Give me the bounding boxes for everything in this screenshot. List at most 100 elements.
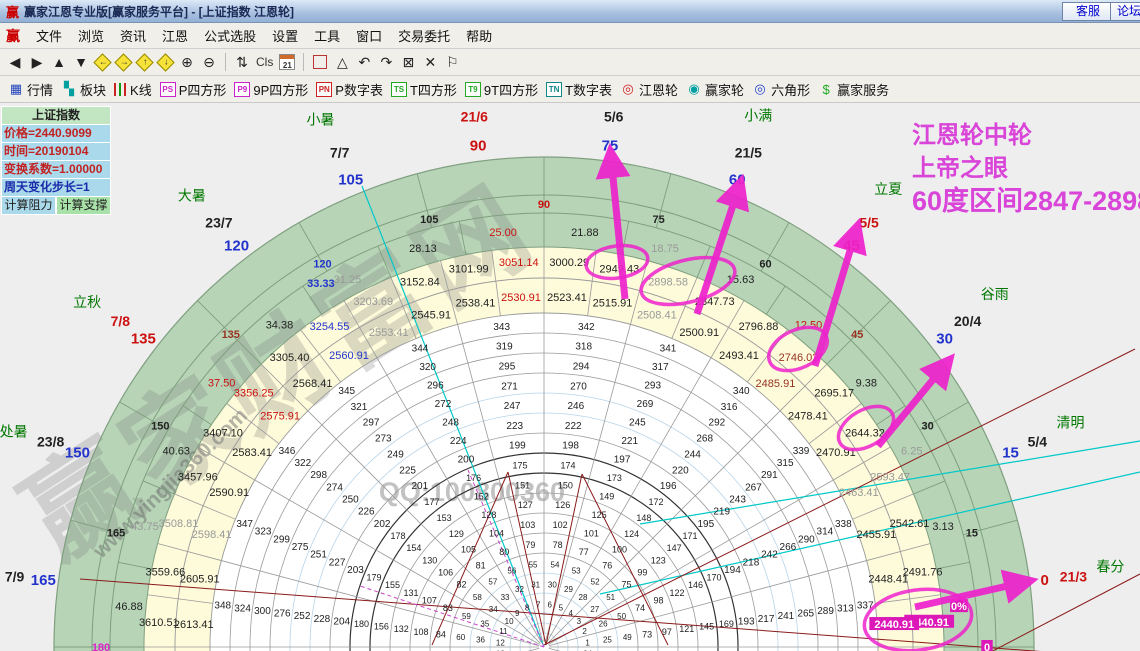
wheel-label: 97 <box>662 627 672 637</box>
9p-square-button[interactable]: P9 9P四方形 <box>234 80 308 99</box>
table-icon: ▦ <box>9 81 23 96</box>
wheel-label: 60 <box>729 171 746 188</box>
wheel-label: 154 <box>406 543 421 553</box>
wheel-label: 3152.84 <box>400 276 440 288</box>
diamond-up-icon[interactable]: ↑ <box>135 52 154 72</box>
winner-service-button[interactable]: $ 赢家服务 <box>818 80 889 99</box>
menu-item-设置[interactable]: 设置 <box>264 27 306 46</box>
menu-item-工具[interactable]: 工具 <box>306 27 348 46</box>
calc-support-button[interactable]: 计算支撑 <box>56 197 111 215</box>
wheel-label: 81 <box>476 560 486 570</box>
menu-item-文件[interactable]: 文件 <box>28 27 70 46</box>
up-icon[interactable]: ▲ <box>49 52 69 72</box>
wheel-label: 2515.91 <box>593 298 633 310</box>
gann-wheel-chart-area[interactable]: 赢家财富网 www.yingjia360.com QQ:100800360 0 15 30… <box>0 103 1140 651</box>
hexagon-button-label: 六角形 <box>771 82 811 98</box>
diamond-right-icon[interactable]: → <box>114 52 133 72</box>
wheel-label: 15 <box>966 527 978 539</box>
triangle-tool-icon[interactable]: △ <box>332 52 352 72</box>
customer-service-button[interactable]: 客服 <box>1062 2 1114 21</box>
wheel-label: 320 <box>419 362 436 373</box>
collapse-icon[interactable]: ✕ <box>420 52 440 72</box>
wheel-label: 147 <box>667 543 682 553</box>
wheel-label: 2605.91 <box>180 574 220 586</box>
wheel-label: 169 <box>719 619 734 629</box>
diamond-down-icon[interactable]: ↓ <box>156 52 175 72</box>
wheel-label: 273 <box>375 434 392 445</box>
menu-item-帮助[interactable]: 帮助 <box>458 27 500 46</box>
wheel-label: 339 <box>793 446 810 457</box>
wheel-label: 99 <box>637 568 647 578</box>
diamond-left-icon[interactable]: ← <box>93 52 112 72</box>
wheel-label: 2593.47 <box>870 471 910 483</box>
forward-icon[interactable]: ▶ <box>27 52 47 72</box>
box-x-icon[interactable]: ⊠ <box>398 52 418 72</box>
menu-item-公式选股[interactable]: 公式选股 <box>196 27 264 46</box>
updown-icon[interactable]: ⇅ <box>232 52 252 72</box>
kline-button[interactable]: K线 <box>114 80 152 99</box>
winner-wheel-button-label: 赢家轮 <box>705 82 745 98</box>
quotes-button[interactable]: ▦ 行情 <box>8 80 53 99</box>
blocks-button[interactable]: ▚ 板块 <box>61 80 106 99</box>
tool-bar-main: ◀ ▶ ▲ ▼ ← → ↑ ↓ ⊕ ⊖ ⇅ Cls 21 △ ↶ ↷ ⊠ ✕ ⚐ <box>0 49 1140 76</box>
flag-icon[interactable]: ⚐ <box>442 52 462 72</box>
hexagon-button[interactable]: ◎ 六角形 <box>752 80 810 99</box>
wheel-label: 0 <box>984 642 990 651</box>
wheel-label: 5/6 <box>604 109 624 125</box>
wheel-label: 75 <box>653 214 665 226</box>
wheel-label: 219 <box>713 507 730 518</box>
wheel-label: 295 <box>499 361 516 372</box>
menu-item-资讯[interactable]: 资讯 <box>112 27 154 46</box>
wheel-label: 124 <box>624 529 639 539</box>
wheel-label: 2568.41 <box>293 378 333 390</box>
wheel-label: 2440.91 <box>874 619 914 631</box>
p-square-button[interactable]: PS P四方形 <box>159 80 227 99</box>
annotation-line-3: 60度区间2847-2898 <box>912 186 1140 216</box>
wheel-label: 174 <box>561 461 576 471</box>
zoom-in-icon[interactable]: ⊕ <box>177 52 197 72</box>
wheel-label: 49 <box>623 633 632 642</box>
menu-item-江恩[interactable]: 江恩 <box>154 27 196 46</box>
wheel-label: 10 <box>505 617 514 626</box>
wheel-label: 103 <box>520 520 535 530</box>
menu-item-浏览[interactable]: 浏览 <box>70 27 112 46</box>
square-tool-icon[interactable] <box>310 52 330 72</box>
gann-wheel-button[interactable]: ◎ 江恩轮 <box>620 80 678 99</box>
wheel-label: 272 <box>435 399 452 410</box>
wheel-label: 198 <box>562 441 579 452</box>
t-square-button[interactable]: TS T四方形 <box>390 80 457 99</box>
down-icon[interactable]: ▼ <box>71 52 91 72</box>
calc-resistance-button[interactable]: 计算阻力 <box>1 197 56 215</box>
partial-right-button[interactable]: 论坛 <box>1110 2 1140 21</box>
wheel-label: 107 <box>422 596 437 606</box>
zoom-out-icon[interactable]: ⊖ <box>199 52 219 72</box>
wheel-label: 100 <box>612 545 627 555</box>
wheel-label: 3.13 <box>932 521 953 533</box>
t-table-button[interactable]: TN T数字表 <box>546 80 612 99</box>
wheel-label: 80 <box>499 547 509 557</box>
rotate-ccw-icon[interactable]: ↶ <box>354 52 374 72</box>
9t-square-button[interactable]: T9 9T四方形 <box>464 80 538 99</box>
winner-wheel-button[interactable]: ◉ 赢家轮 <box>686 80 744 99</box>
wheel-label: 36 <box>476 636 485 645</box>
calendar-icon[interactable]: 21 <box>279 54 296 70</box>
wheel-label: 146 <box>688 580 703 590</box>
wheel-label: 126 <box>555 500 570 510</box>
wheel-label: 18.75 <box>651 243 679 255</box>
wheel-label: 292 <box>709 418 726 429</box>
menu-item-交易委托[interactable]: 交易委托 <box>390 27 458 46</box>
back-icon[interactable]: ◀ <box>5 52 25 72</box>
p-table-button[interactable]: PN P数字表 <box>316 80 383 99</box>
wheel-label: 270 <box>570 381 587 392</box>
menu-item-窗口[interactable]: 窗口 <box>348 27 390 46</box>
cls-button[interactable]: Cls <box>253 55 276 69</box>
wheel-label: 73 <box>642 629 652 639</box>
wheel-label: 大暑 <box>178 187 206 203</box>
quotes-button-label: 行情 <box>27 82 54 98</box>
wheel-label: 128 <box>481 510 496 520</box>
wheel-label: 228 <box>314 614 331 625</box>
wheel-label: 3610.51 <box>139 617 179 629</box>
wheel-label: 30 <box>922 421 934 433</box>
p-square-button-label: P四方形 <box>178 82 227 98</box>
rotate-cw-icon[interactable]: ↷ <box>376 52 396 72</box>
